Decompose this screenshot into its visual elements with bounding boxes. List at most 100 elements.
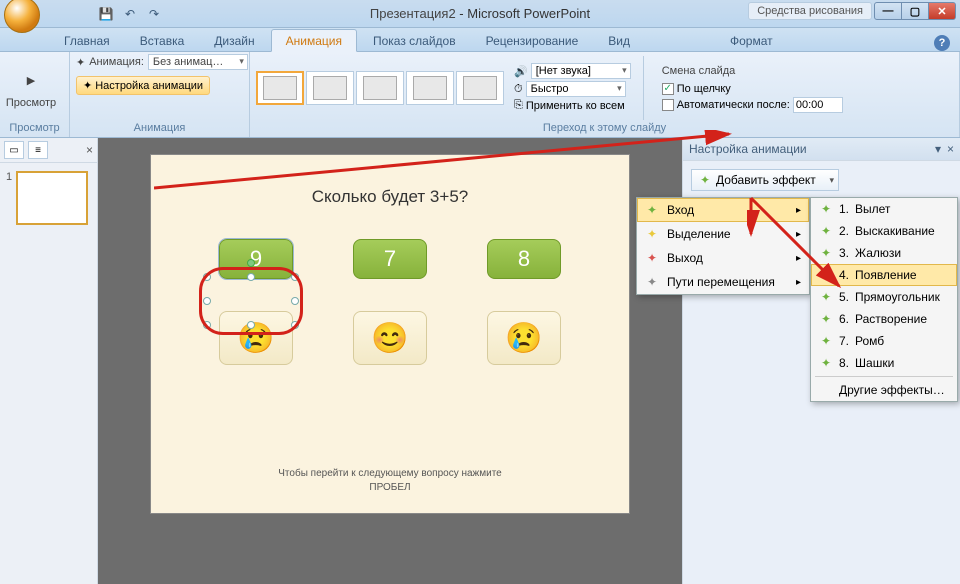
preview-label: Просмотр	[6, 97, 56, 109]
preview-button[interactable]: ▶ Просмотр	[6, 67, 56, 109]
green-star-icon: ✦	[819, 312, 833, 326]
transition-opt-4[interactable]	[456, 71, 504, 105]
menu-emphasis-label: Выделение	[667, 227, 731, 241]
slides-tab[interactable]: ▭	[4, 141, 24, 159]
on-click-checkbox[interactable]	[662, 83, 674, 95]
slide-thumbnail-1[interactable]: 1	[6, 171, 91, 225]
thumb-preview	[16, 171, 88, 225]
window-maximize[interactable]: ▢	[901, 2, 929, 20]
menu-item-emphasis[interactable]: ✦ Выделение ▸	[637, 222, 809, 246]
green-star-icon: ✦	[819, 334, 833, 348]
help-icon[interactable]: ?	[934, 35, 950, 51]
qat-redo[interactable]: ↷	[144, 4, 164, 24]
more-effects[interactable]: Другие эффекты…	[811, 379, 957, 401]
chevron-right-icon: ▸	[796, 277, 801, 288]
menu-exit-label: Выход	[667, 251, 703, 265]
tab-design[interactable]: Дизайн	[200, 30, 268, 51]
chevron-right-icon: ▸	[796, 229, 801, 240]
green-star-icon: ✦	[819, 290, 833, 304]
green-star-icon: ✦	[819, 268, 833, 282]
green-star-icon: ✦	[819, 246, 833, 260]
auto-after-checkbox[interactable]	[662, 99, 674, 111]
smiley-2[interactable]: 😊	[353, 311, 427, 365]
transition-opt-3[interactable]	[406, 71, 454, 105]
add-effect-button[interactable]: ✦ Добавить эффект	[691, 169, 839, 191]
group-preview: Просмотр	[6, 121, 63, 135]
star-icon: ✦	[698, 173, 712, 187]
effect-3[interactable]: ✦3. Жалюзи	[811, 242, 957, 264]
tab-slideshow[interactable]: Показ слайдов	[359, 30, 470, 51]
slide-canvas[interactable]: Сколько будет 3+5? 9 7 8 😢 😊 😢 Чтобы пер…	[150, 154, 630, 514]
annotation-circle	[199, 267, 303, 335]
apply-all-icon: ⎘	[514, 99, 523, 112]
preview-icon: ▶	[17, 67, 45, 95]
path-star-icon: ✦	[645, 275, 659, 289]
effect-list-menu: ✦1. Вылет ✦2. Выскакивание ✦3. Жалюзи ✦4…	[810, 197, 958, 402]
task-pane-menu-icon[interactable]: ▾	[935, 142, 941, 156]
effect-8[interactable]: ✦8. Шашки	[811, 352, 957, 374]
task-pane-title: Настройка анимации	[689, 142, 807, 156]
sound-dropdown[interactable]: [Нет звука]	[531, 63, 631, 79]
on-click-label: По щелчку	[677, 83, 731, 95]
speed-dropdown[interactable]: Быстро	[526, 81, 626, 97]
answer-card-8[interactable]: 8	[487, 239, 561, 279]
red-star-icon: ✦	[645, 251, 659, 265]
custom-animation-label: Настройка анимации	[95, 80, 203, 92]
window-close[interactable]: ✕	[928, 2, 956, 20]
add-effect-label: Добавить эффект	[716, 173, 816, 187]
menu-paths-label: Пути перемещения	[667, 275, 775, 289]
group-transition: Переход к этому слайду	[256, 121, 953, 135]
effect-6[interactable]: ✦6. Растворение	[811, 308, 957, 330]
transition-none[interactable]	[256, 71, 304, 105]
chevron-right-icon: ▸	[796, 253, 801, 264]
animation-label: ✦	[76, 56, 85, 69]
panel-close[interactable]: ×	[86, 143, 93, 157]
green-star-icon: ✦	[819, 224, 833, 238]
effect-1[interactable]: ✦1. Вылет	[811, 198, 957, 220]
sound-icon: 🔊	[514, 65, 528, 78]
speed-icon: ⏱	[514, 83, 523, 96]
task-pane-close[interactable]: ×	[947, 142, 954, 156]
animation-dropdown[interactable]: Без анимац…	[148, 54, 248, 70]
ribbon-tabbar: Главная Вставка Дизайн Анимация Показ сл…	[0, 28, 960, 52]
menu-entrance-label: Вход	[667, 203, 694, 217]
office-button[interactable]	[4, 0, 40, 33]
menu-item-paths[interactable]: ✦ Пути перемещения ▸	[637, 270, 809, 294]
gear-icon: ✦	[83, 79, 92, 92]
auto-after-label: Автоматически после:	[677, 99, 790, 111]
animation-text-label: Анимация:	[89, 56, 144, 68]
transition-opt-2[interactable]	[356, 71, 404, 105]
tab-animation[interactable]: Анимация	[271, 29, 357, 52]
tab-format[interactable]: Формат	[716, 30, 787, 51]
tab-review[interactable]: Рецензирование	[472, 30, 593, 51]
thumb-number: 1	[6, 171, 12, 183]
effect-5[interactable]: ✦5. Прямоугольник	[811, 286, 957, 308]
outline-tab[interactable]: ≡	[28, 141, 48, 159]
menu-item-exit[interactable]: ✦ Выход ▸	[637, 246, 809, 270]
green-star-icon: ✦	[645, 203, 659, 217]
group-animation: Анимация	[76, 121, 243, 135]
green-star-icon: ✦	[819, 356, 833, 370]
tab-home[interactable]: Главная	[50, 30, 124, 51]
qat-save[interactable]: 💾	[96, 4, 116, 24]
answer-card-7[interactable]: 7	[353, 239, 427, 279]
chevron-right-icon: ▸	[796, 205, 801, 216]
menu-item-entrance[interactable]: ✦ Вход ▸	[637, 198, 809, 222]
window-minimize[interactable]: —	[874, 2, 902, 20]
smiley-3[interactable]: 😢	[487, 311, 561, 365]
slide-title: Сколько будет 3+5?	[312, 187, 468, 207]
tab-view[interactable]: Вид	[594, 30, 644, 51]
green-star-icon: ✦	[819, 202, 833, 216]
effect-2[interactable]: ✦2. Выскакивание	[811, 220, 957, 242]
contextual-tab-label: Средства рисования	[748, 2, 872, 20]
effect-4[interactable]: ✦4. Появление	[811, 264, 957, 286]
yellow-star-icon: ✦	[645, 227, 659, 241]
auto-time-input[interactable]: 00:00	[793, 97, 843, 113]
apply-all-button[interactable]: Применить ко всем	[526, 100, 625, 112]
transition-gallery[interactable]	[256, 71, 504, 105]
transition-opt-1[interactable]	[306, 71, 354, 105]
custom-animation-button[interactable]: ✦ Настройка анимации	[76, 76, 210, 95]
effect-7[interactable]: ✦7. Ромб	[811, 330, 957, 352]
qat-undo[interactable]: ↶	[120, 4, 140, 24]
tab-insert[interactable]: Вставка	[126, 30, 199, 51]
